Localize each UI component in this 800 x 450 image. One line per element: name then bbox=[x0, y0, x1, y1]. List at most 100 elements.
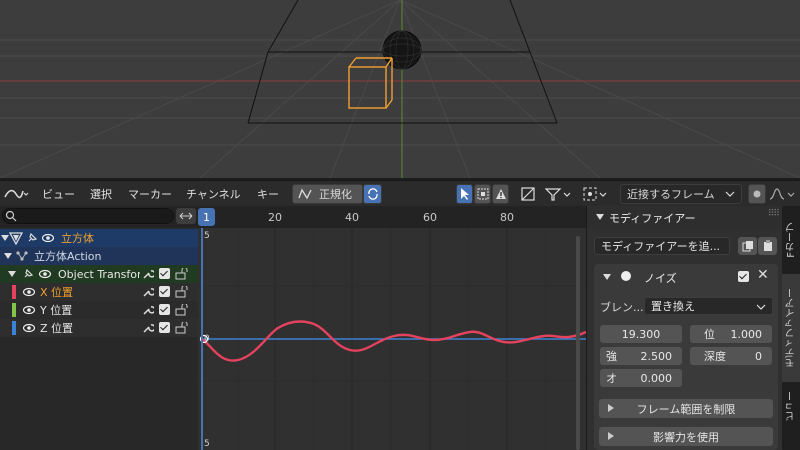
expand-arrow-icon bbox=[8, 271, 16, 277]
modifier-dot-icon bbox=[621, 271, 631, 281]
chevron-down-icon bbox=[756, 304, 766, 310]
wrench-icon[interactable] bbox=[142, 268, 154, 280]
add-modifier-dropdown[interactable]: モディファイアーを追... bbox=[594, 237, 730, 255]
eye-icon[interactable] bbox=[42, 233, 54, 243]
swap-filter-button[interactable] bbox=[176, 208, 196, 224]
strength-value: 2.500 bbox=[640, 349, 673, 363]
y-location-label: Y 位置 bbox=[40, 304, 73, 317]
strength-field[interactable]: 強 2.500 bbox=[600, 347, 682, 365]
collapse-arrow-icon bbox=[596, 214, 604, 220]
falloff-dropdown[interactable] bbox=[768, 184, 798, 204]
frame-tick: 20 bbox=[268, 211, 282, 224]
only-errors-button[interactable] bbox=[492, 184, 509, 204]
paste-modifiers-button[interactable] bbox=[758, 237, 777, 255]
restrict-frame-range-panel[interactable]: フレーム範囲を制限 bbox=[599, 399, 773, 418]
proportional-edit-button[interactable] bbox=[748, 184, 766, 204]
blend-type-dropdown[interactable]: 置き換え bbox=[644, 297, 773, 315]
scale-field[interactable]: 19.300 bbox=[600, 325, 682, 343]
sidebar-tabs: Fカーブ モディファイアー ビュー bbox=[782, 206, 800, 450]
unlock-icon[interactable] bbox=[175, 268, 189, 280]
refresh-icon bbox=[367, 188, 378, 200]
mute-checkbox[interactable] bbox=[159, 286, 170, 297]
expand-arrow-icon bbox=[608, 404, 614, 412]
wrench-icon[interactable] bbox=[142, 304, 154, 316]
channel-search-row bbox=[0, 206, 198, 227]
depth-label: 深度 bbox=[704, 350, 726, 363]
copy-modifiers-button[interactable] bbox=[738, 237, 757, 255]
eye-icon[interactable] bbox=[23, 323, 35, 333]
eye-icon[interactable] bbox=[23, 305, 35, 315]
fcurve-canvas bbox=[198, 206, 586, 450]
copy-icon bbox=[742, 241, 753, 252]
eye-icon[interactable] bbox=[23, 287, 35, 297]
overlay-button[interactable] bbox=[518, 184, 538, 204]
mute-checkbox[interactable] bbox=[159, 322, 170, 333]
noise-modifier-header[interactable]: ノイズ ✕ bbox=[594, 266, 778, 288]
action-name: 立方体Action bbox=[34, 250, 102, 263]
menu-marker[interactable]: マーカー bbox=[128, 186, 172, 202]
tab-view-label: ビュー bbox=[785, 391, 797, 421]
frame-ruler[interactable]: 1 20 40 60 80 bbox=[198, 206, 586, 228]
viewport-scene bbox=[0, 0, 800, 178]
frame-tick: 40 bbox=[345, 211, 359, 224]
menu-view[interactable]: ビュー bbox=[42, 186, 75, 202]
channel-search-input[interactable] bbox=[2, 208, 174, 224]
pin-icon[interactable] bbox=[22, 268, 34, 280]
y-color-swatch bbox=[12, 303, 16, 317]
filter-dropdown[interactable] bbox=[544, 184, 574, 204]
show-hidden-button[interactable] bbox=[474, 184, 491, 204]
normalize-icon bbox=[298, 188, 312, 200]
tab-modifiers[interactable]: モディファイアー bbox=[782, 274, 800, 382]
channel-group-row[interactable]: Object Transform bbox=[0, 265, 198, 283]
current-frame-indicator[interactable]: 1 bbox=[198, 208, 215, 226]
selected-cube bbox=[348, 57, 393, 109]
menu-channel[interactable]: チャンネル bbox=[186, 186, 241, 202]
phase-field[interactable]: 位 1.000 bbox=[690, 325, 772, 343]
ruler-mark-zero: 0 bbox=[204, 334, 210, 344]
tab-view[interactable]: ビュー bbox=[782, 386, 800, 426]
ruler-mark-top: 5 bbox=[204, 231, 210, 241]
channel-action-row[interactable]: 立方体Action bbox=[0, 247, 198, 265]
unlock-icon[interactable] bbox=[175, 286, 189, 298]
graph-editor-header: ビュー 選択 マーカー チャンネル キー 正規化 近接するフレーム bbox=[0, 180, 800, 206]
modifier-name: ノイズ bbox=[644, 272, 677, 285]
graph-area[interactable]: 5 0 5 bbox=[198, 206, 586, 450]
wrench-icon[interactable] bbox=[142, 322, 154, 334]
only-selected-button[interactable] bbox=[456, 184, 473, 204]
scale-value: 19.300 bbox=[621, 327, 661, 341]
unlock-icon[interactable] bbox=[175, 322, 189, 334]
use-influence-panel[interactable]: 影響力を使用 bbox=[599, 427, 773, 446]
editor-type-button[interactable] bbox=[2, 184, 30, 204]
panel-title: モディファイアー bbox=[609, 212, 696, 225]
mute-checkbox[interactable] bbox=[159, 304, 170, 315]
pin-icon[interactable] bbox=[26, 232, 38, 244]
drag-handle-icon[interactable]: ⠿⠿ bbox=[768, 209, 780, 219]
menu-select[interactable]: 選択 bbox=[90, 186, 112, 202]
channel-x-location-row[interactable]: X 位置 bbox=[0, 283, 198, 301]
channel-y-location-row[interactable]: Y 位置 bbox=[0, 301, 198, 319]
collapse-arrow-icon bbox=[603, 274, 611, 280]
tab-fcurve[interactable]: Fカーブ bbox=[782, 210, 800, 270]
graph-scrollbar bbox=[576, 236, 580, 450]
normalize-auto-button[interactable] bbox=[363, 184, 382, 204]
menu-key[interactable]: キー bbox=[257, 186, 279, 202]
modifier-enable-checkbox[interactable] bbox=[738, 271, 749, 282]
overlay-icon bbox=[521, 187, 535, 201]
offset-field[interactable]: オ 0.000 bbox=[600, 369, 682, 387]
pivot-point-dropdown[interactable] bbox=[582, 184, 612, 204]
mute-checkbox[interactable] bbox=[159, 268, 170, 279]
search-icon bbox=[5, 210, 17, 222]
snap-mode-dropdown[interactable]: 近接するフレーム bbox=[620, 184, 742, 204]
channel-object-row[interactable]: 立方体 bbox=[0, 229, 198, 247]
wrench-icon[interactable] bbox=[142, 286, 154, 298]
dotted-box-icon bbox=[477, 188, 488, 200]
unlock-icon[interactable] bbox=[175, 304, 189, 316]
eye-icon[interactable] bbox=[39, 269, 51, 279]
modifiers-panel-header[interactable]: モディファイアー ⠿⠿ bbox=[587, 206, 783, 228]
close-icon[interactable]: ✕ bbox=[757, 267, 769, 283]
pivot-icon bbox=[583, 187, 607, 201]
depth-field[interactable]: 深度 0 bbox=[690, 347, 772, 365]
3d-viewport[interactable] bbox=[0, 0, 800, 178]
normalize-toggle[interactable]: 正規化 bbox=[292, 184, 363, 204]
channel-z-location-row[interactable]: Z 位置 bbox=[0, 319, 198, 337]
